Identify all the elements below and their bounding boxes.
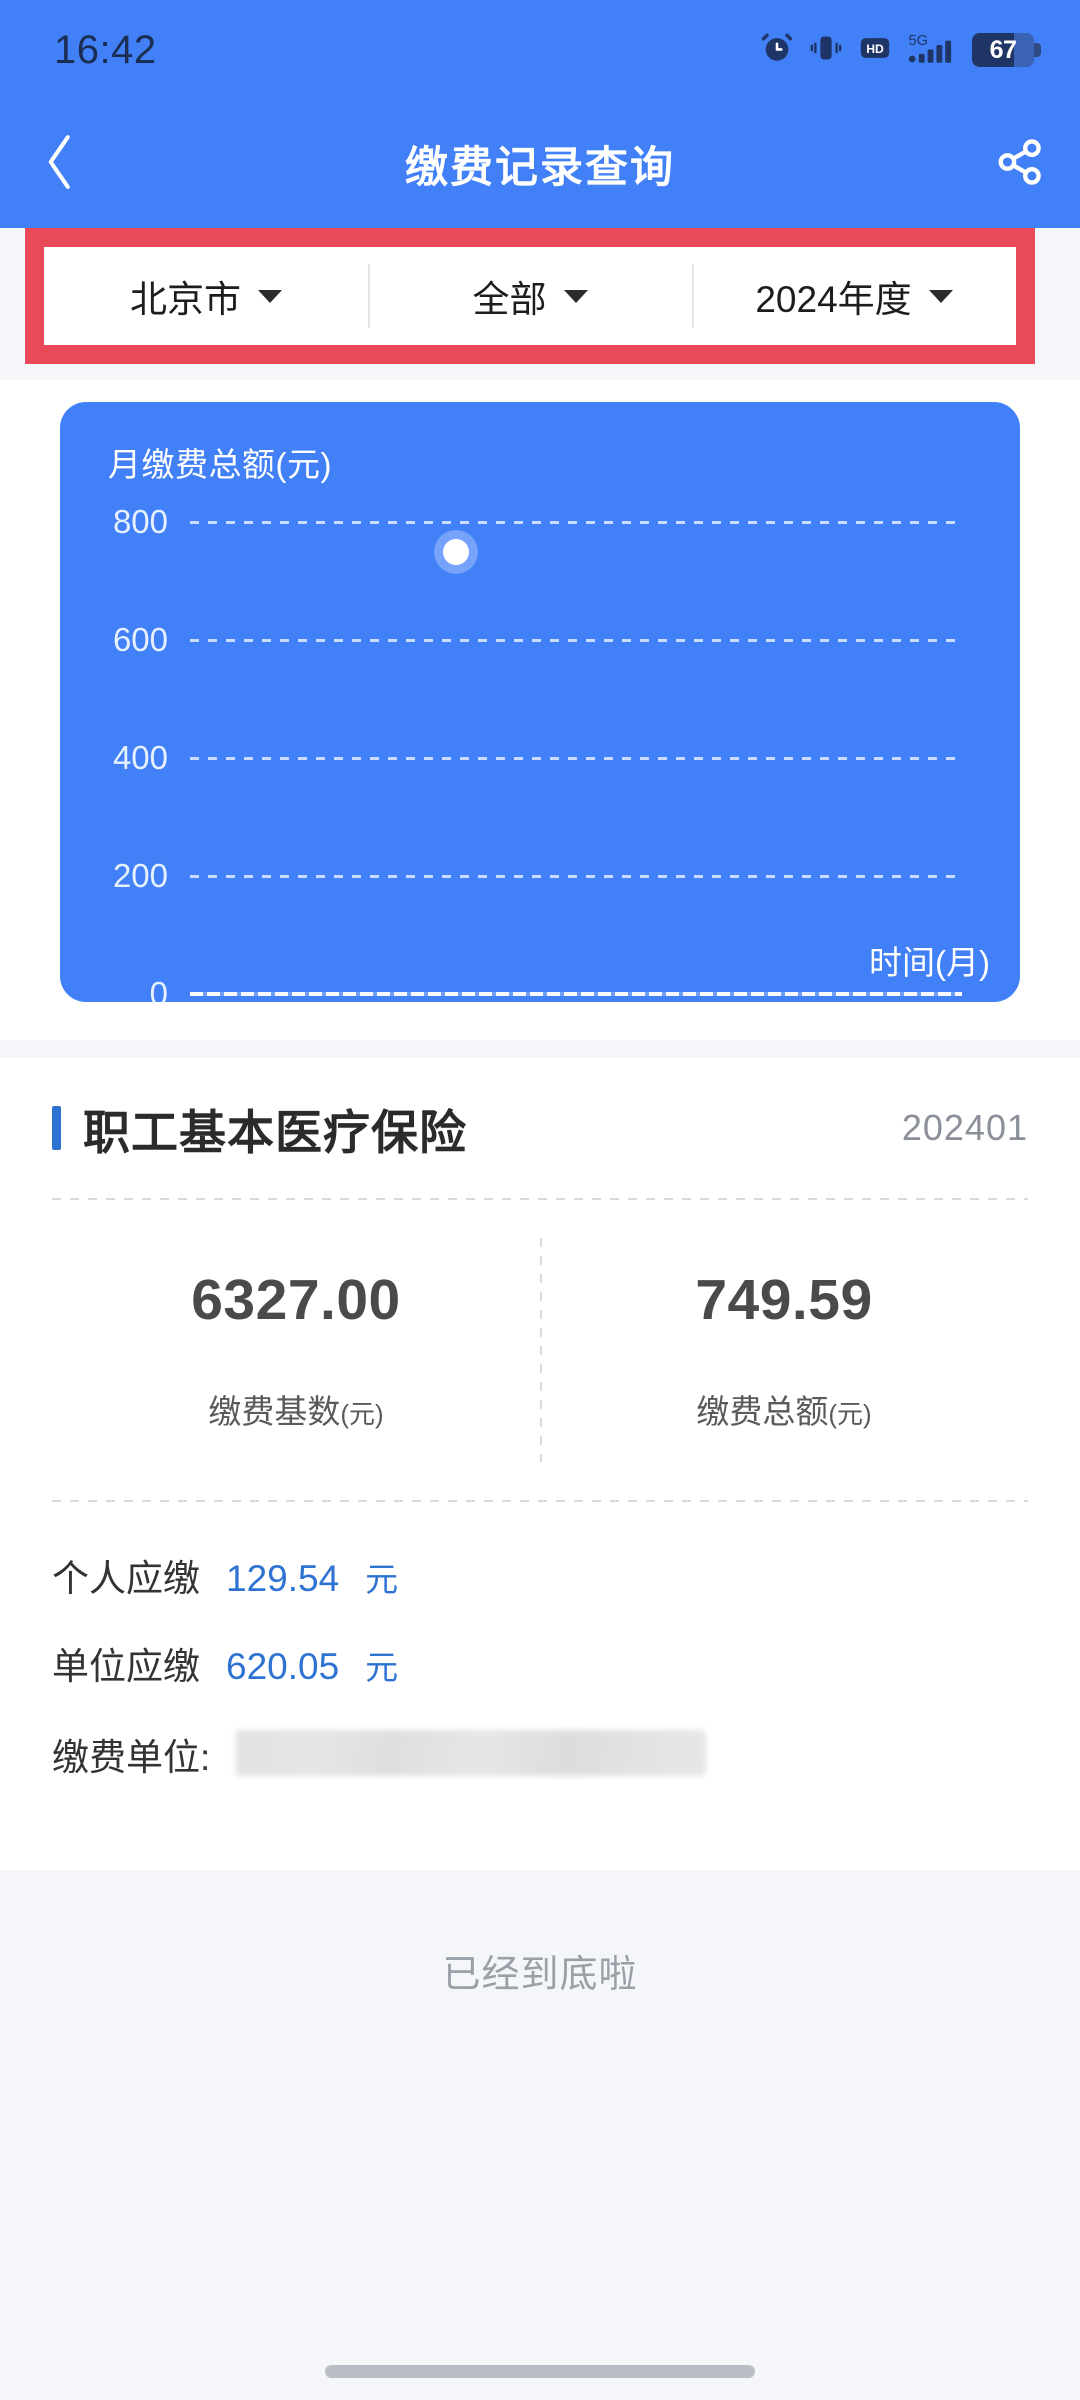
- chart-gridline: [190, 874, 962, 878]
- chart-gridline: [190, 756, 962, 760]
- status-bar-icons: HD 5G 67: [760, 30, 1041, 71]
- chevron-down-icon: [928, 289, 953, 303]
- amount-base-label: 缴费基数: [208, 1393, 341, 1430]
- chevron-down-icon: [258, 289, 282, 303]
- chart-plot-area: 800 600 400 200 0: [60, 505, 1020, 1002]
- chart-title: 月缴费总额(元): [108, 446, 332, 483]
- home-indicator[interactable]: [325, 2365, 755, 2378]
- svg-text:5G: 5G: [908, 33, 928, 49]
- share-icon: [994, 136, 1046, 193]
- detail-employer-unit: 元: [365, 1649, 399, 1686]
- filter-bar: 北京市 全部 2024年度: [44, 247, 1016, 345]
- filter-type-dropdown[interactable]: 全部: [368, 247, 692, 345]
- battery-icon: 67: [972, 33, 1041, 67]
- svg-text:HD: HD: [866, 41, 884, 55]
- chart-card: 月缴费总额(元) 800 600 400 200 0 时间(月): [0, 380, 1080, 1040]
- vibrate-icon: [809, 31, 843, 70]
- employer-name-redacted: [236, 1730, 707, 1776]
- list-end-text: 已经到底啦: [442, 1953, 638, 1996]
- detail-employer-value: 620.05: [226, 1646, 340, 1687]
- record-amounts: 6327.00 缴费基数(元) 749.59 缴费总额(元): [52, 1200, 1028, 1500]
- filter-type-label: 全部: [472, 279, 547, 320]
- record-period: 202401: [901, 1107, 1028, 1148]
- detail-employer-label: 单位应缴: [52, 1646, 200, 1687]
- list-end-note: 已经到底啦: [0, 1870, 1080, 2070]
- filter-region-label: 北京市: [130, 279, 241, 320]
- chart-gridline: [190, 638, 962, 642]
- filter-year-dropdown[interactable]: 2024年度: [692, 247, 1016, 345]
- detail-row-employer-name: 缴费单位:: [52, 1724, 1028, 1812]
- amount-base-value: 6327.00: [191, 1268, 401, 1332]
- 5g-signal-icon: 5G: [907, 30, 957, 71]
- accent-bar: [52, 1106, 61, 1150]
- chevron-left-icon: [40, 131, 80, 198]
- record-title-group: 职工基本医疗保险: [52, 1094, 467, 1163]
- filter-year-label: 2024年度: [755, 279, 912, 320]
- page-title: 缴费记录查询: [405, 144, 675, 192]
- detail-row-employer-amount: 单位应缴 620.05 元: [52, 1636, 1028, 1724]
- record-title: 职工基本医疗保险: [83, 1105, 467, 1159]
- chart-gridline: [190, 520, 962, 524]
- record-details: 个人应缴 129.54 元 单位应缴 620.05 元 缴费单位:: [52, 1502, 1028, 1812]
- amount-base-label-group: 缴费基数(元): [208, 1385, 383, 1433]
- detail-personal-label: 个人应缴: [52, 1558, 200, 1599]
- section-gap: [0, 1040, 1080, 1058]
- chart-axis-line: [190, 992, 962, 996]
- back-button[interactable]: [0, 100, 120, 228]
- filter-bar-highlight: 北京市 全部 2024年度: [25, 228, 1035, 364]
- amount-total-label: 缴费总额: [696, 1393, 829, 1430]
- app-header: 缴费记录查询: [0, 100, 1080, 228]
- payment-record-card[interactable]: 职工基本医疗保险 202401 6327.00 缴费基数(元) 749.59 缴…: [0, 1058, 1080, 1870]
- amount-total: 749.59 缴费总额(元): [540, 1200, 1028, 1500]
- alarm-clock-icon: [760, 31, 794, 70]
- payment-chart[interactable]: 月缴费总额(元) 800 600 400 200 0 时间(月): [60, 402, 1020, 1002]
- amounts-divider: [540, 1238, 542, 1462]
- chart-xaxis-label: 时间(月): [869, 944, 990, 981]
- amount-total-value: 749.59: [695, 1268, 873, 1332]
- amount-base: 6327.00 缴费基数(元): [52, 1200, 540, 1500]
- filter-region-dropdown[interactable]: 北京市: [44, 247, 368, 345]
- share-button[interactable]: [960, 100, 1080, 228]
- employer-name-label: 缴费单位:: [52, 1737, 211, 1778]
- battery-percent-label: 67: [989, 35, 1017, 64]
- amount-total-label-group: 缴费总额(元): [696, 1385, 871, 1433]
- detail-personal-unit: 元: [365, 1561, 399, 1598]
- chart-data-point[interactable]: [443, 539, 469, 565]
- record-header: 职工基本医疗保险 202401: [52, 1058, 1028, 1198]
- status-bar-clock: 16:42: [54, 27, 157, 72]
- chevron-down-icon: [563, 289, 588, 303]
- hd-icon: HD: [858, 31, 892, 70]
- amount-base-unit: (元): [340, 1399, 384, 1429]
- status-bar: 16:42 HD 5G 67: [0, 0, 1080, 100]
- app-root: 16:42 HD 5G 67 缴费记录查询 北京市 全部 2024年度 月缴费总…: [0, 0, 1080, 2400]
- detail-row-personal: 个人应缴 129.54 元: [52, 1548, 1028, 1636]
- detail-personal-value: 129.54: [226, 1558, 340, 1599]
- amount-total-unit: (元): [828, 1399, 872, 1429]
